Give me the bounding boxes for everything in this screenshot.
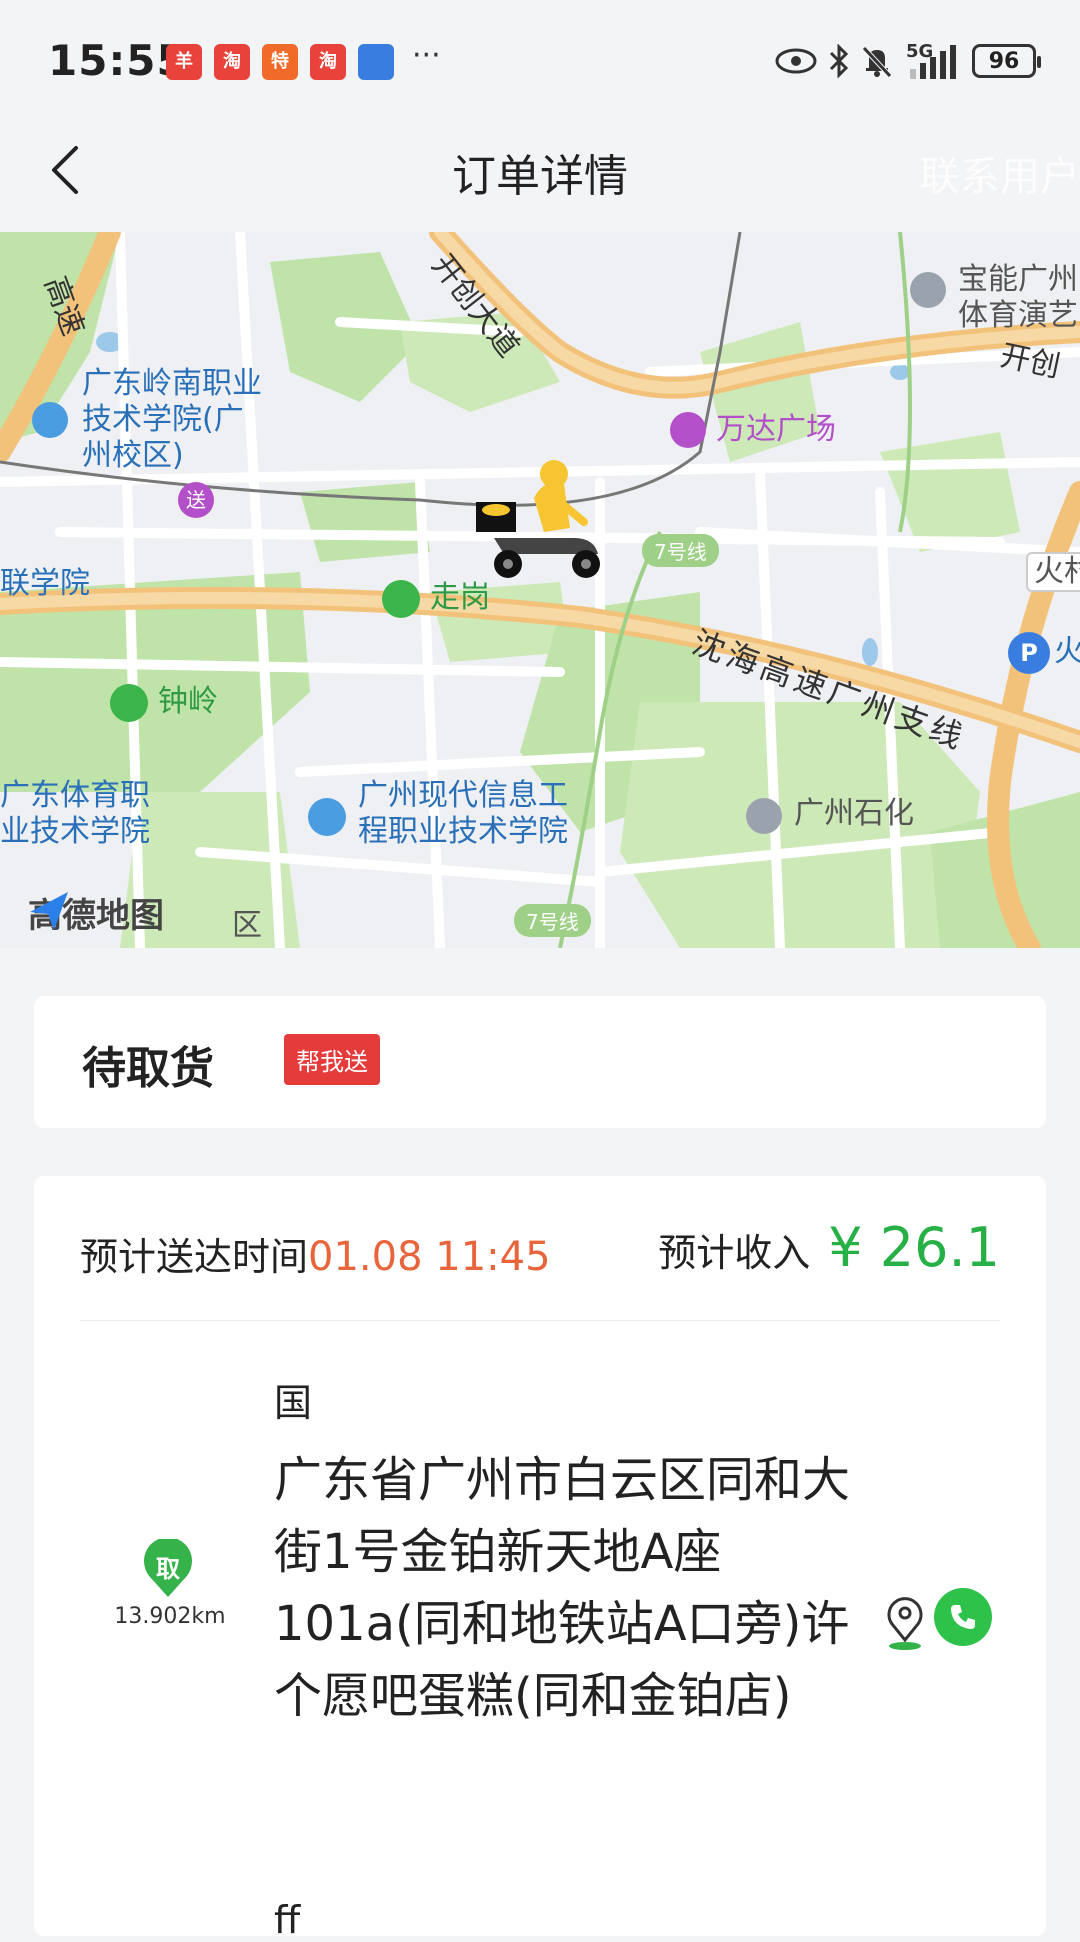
map-view[interactable]: 开创大道 开创 沈海高速广州支线 高速 广东岭南职业 技术学院(广 州校区) 万… [0,232,1080,948]
map-poi-baoneng: 宝能广州 [958,262,1078,297]
map-poi-lingnan: 广东岭南职业 [82,366,262,401]
phone-icon [951,1605,975,1629]
eye-icon [775,48,817,74]
map-poi-lingnan: 技术学院(广 [82,402,244,437]
taobao-app-icon: 淘 [310,44,346,80]
order-detail-card: 预计送达时间01.08 11:45 预计收入 ¥ 26.1 取 13.902km… [34,1176,1046,1942]
income-value: ¥ 26.1 [828,1216,1000,1279]
map-metro-label: 7号线 [514,904,591,937]
pickup-pin-icon: 取 [142,1537,194,1599]
contact-user-button[interactable]: 联系用户 [920,144,1080,202]
rider-scooter-icon [476,460,600,578]
income-row: 预计收入 ¥ 26.1 [658,1216,1000,1279]
map-shopping-icon [670,412,706,448]
divider [80,1320,1000,1321]
mute-bell-icon [862,46,892,78]
call-button[interactable] [934,1588,992,1646]
pickup-tag: 取 [156,1555,180,1583]
bluetooth-icon [829,44,849,78]
amap-logo: 高德地图 [28,888,164,937]
map-poi-label: 联学院 [0,566,90,601]
map-poi-lingnan: 州校区) [82,438,184,473]
status-bar: 15:55 羊 淘 特 淘 ··· 5G 96 [0,0,1080,110]
order-type-badge: 帮我送 [284,1034,380,1085]
map-poi-tiyu: 广东体育职 [0,778,150,813]
map-poi-huocun: 火村 [1026,552,1080,592]
map-metro-label: 7号线 [642,534,719,567]
map-location-icon [746,798,782,834]
order-status: 待取货 [82,1043,214,1094]
map-poi-baoneng: 体育演艺 [958,298,1078,333]
map-parking-icon: P [1008,632,1050,674]
pickup-distance: 13.902km [114,1604,226,1629]
nav-header: 订单详情 联系用户 [0,110,1080,232]
map-location-icon [910,272,946,308]
order-note: ff [274,1898,301,1942]
map-school-icon [32,402,68,438]
map-mountain-icon [382,580,420,618]
taobao-special-app-icon: 特 [262,44,298,80]
signal-indicator: 5G [904,41,962,81]
map-poi-xiandai: 广州现代信息工 [358,778,568,813]
map-school-icon [308,798,346,836]
mobile-app-icon [358,44,394,80]
more-notifications-icon: ··· [412,38,441,73]
map-poi-zougang: 走岗 [430,580,490,615]
map-poi-tiyu: 业技术学院 [0,814,150,849]
map-poi-label: 火 [1054,634,1080,669]
order-status-card: 待取货 帮我送 [34,996,1046,1128]
page-title: 订单详情 [452,151,628,202]
map-poi-shihua: 广州石化 [794,796,914,831]
map-poi-zhongling: 钟岭 [158,684,218,719]
map-poi-wanda: 万达广场 [716,412,836,447]
map-delivery-marker: 送 [178,482,214,518]
navigate-location-icon[interactable] [882,1596,928,1652]
system-icons: 5G 96 [774,40,1041,82]
eta-label: 预计送达时间 [80,1235,309,1279]
eta-row: 预计送达时间01.08 11:45 [80,1226,551,1281]
amap-arrow-icon [30,892,68,930]
map-poi-xiandai: 程职业技术学院 [358,814,568,849]
battery-indicator: 96 [972,44,1041,78]
taobao-app-icon: 淘 [214,44,250,80]
map-mountain-icon [110,684,148,722]
pickup-address: 广东省广州市白云区同和大街1号金铂新天地A座101a(同和地铁站A口旁)许个愿吧… [274,1452,851,1724]
red-envelope-app-icon: 羊 [166,44,202,80]
map-poi-label: 区 [232,908,262,943]
eta-value: 01.08 11:45 [308,1234,551,1280]
income-label: 预计收入 [658,1231,811,1275]
shop-name: 国 [274,1381,313,1425]
